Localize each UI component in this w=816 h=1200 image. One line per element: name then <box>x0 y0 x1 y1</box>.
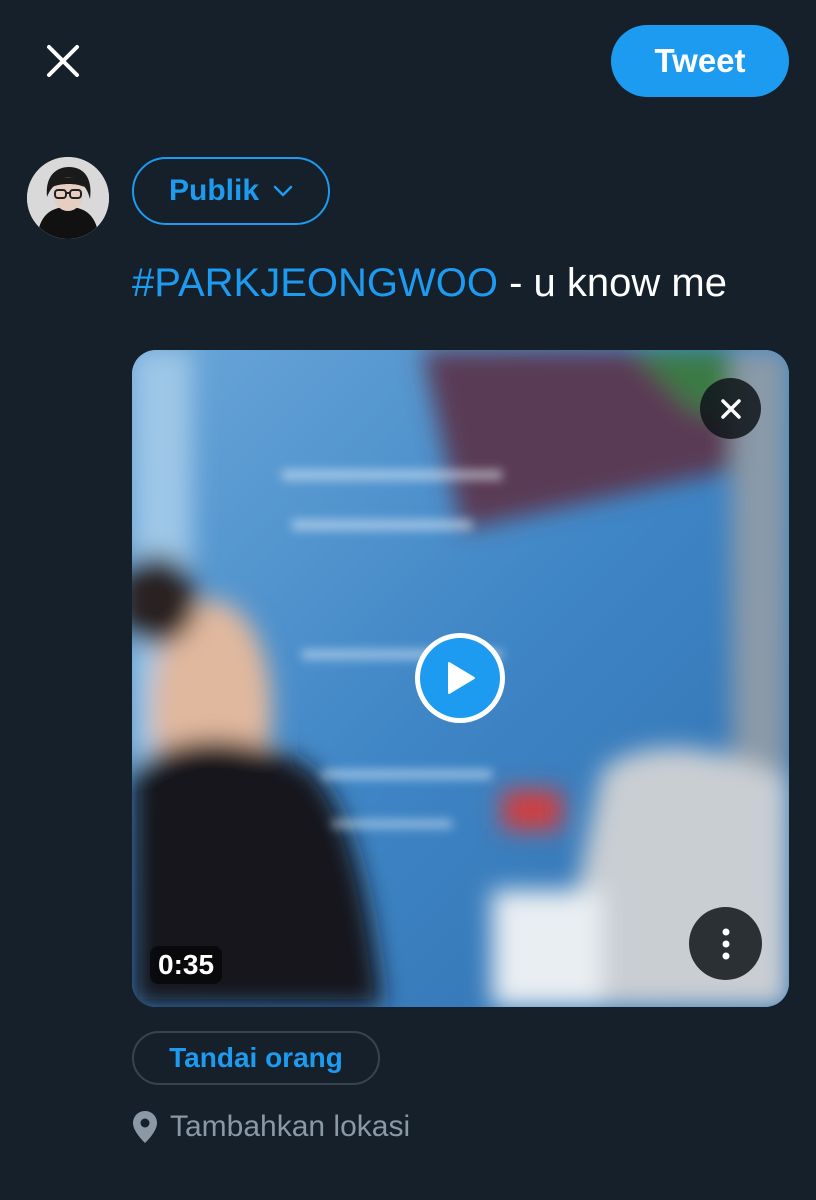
tag-people-button[interactable]: Tandai orang <box>132 1031 380 1085</box>
tweet-text-input[interactable]: #PARKJEONGWOO - u know me <box>132 256 727 310</box>
audience-selector[interactable]: Publik <box>132 157 330 225</box>
location-pin-icon <box>132 1108 158 1146</box>
close-icon <box>47 45 79 77</box>
hashtag-link[interactable]: #PARKJEONGWOO <box>132 261 498 305</box>
more-vertical-icon <box>722 928 729 959</box>
add-location-button[interactable]: Tambahkan lokasi <box>132 1108 410 1146</box>
video-attachment[interactable]: 0:35 <box>132 350 789 1007</box>
close-button[interactable] <box>30 28 96 94</box>
add-location-label: Tambahkan lokasi <box>170 1110 411 1143</box>
tweet-button[interactable]: Tweet <box>611 25 789 97</box>
close-icon <box>720 398 741 419</box>
tweet-text: - u know me <box>497 261 727 305</box>
avatar-image <box>27 157 109 239</box>
audience-label: Publik <box>168 174 259 207</box>
remove-media-button[interactable] <box>700 378 761 439</box>
play-icon <box>448 662 475 694</box>
play-button[interactable] <box>415 633 505 723</box>
avatar[interactable] <box>27 157 109 239</box>
media-options-button[interactable] <box>689 907 762 980</box>
video-duration: 0:35 <box>150 946 223 984</box>
chevron-down-icon <box>273 185 293 197</box>
